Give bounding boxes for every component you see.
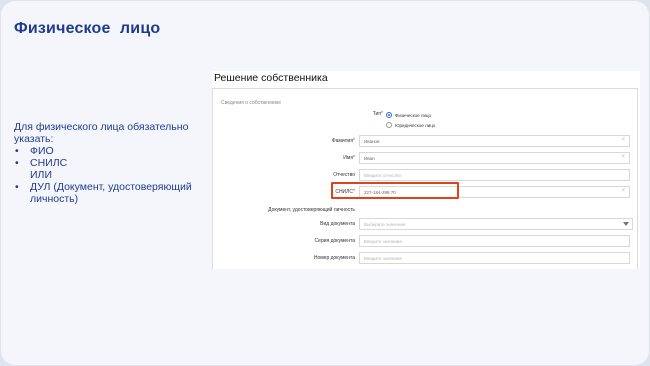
name-value: Иван [364,156,375,161]
doc-type-placeholder: Выберите значение [364,222,406,227]
doc-section-label: Документ, удостоверяющий личность [268,207,355,213]
surname-label: Фамилия* [331,138,355,144]
patronymic-label: Отчество [333,172,355,178]
requirement-or: ИЛИ [30,169,52,181]
doc-type-select[interactable]: Выберите значение [359,218,633,230]
doc-number-label: Номер документа [313,255,355,261]
name-field[interactable]: Иван × [359,152,630,164]
requirement-item-snils: СНИЛС [14,157,209,169]
radio-unchecked-icon [386,122,392,128]
doc-type-label: Вид документа [320,221,355,227]
patronymic-placeholder: Введите отчество [364,173,402,178]
requirement-item-dul: ДУЛ (Документ, удостоверяющий личность) [14,181,209,205]
slide-title: Физическое лицо [14,20,161,37]
owner-panel: Сведения о собственнике Тип* Физическое … [212,88,638,269]
patronymic-field[interactable]: Введите отчество [359,169,630,181]
form-title: Решение собственника [214,72,328,84]
doc-series-placeholder: Введите значение [364,239,402,244]
name-label: Имя* [343,155,355,161]
clear-icon[interactable]: × [621,137,625,143]
radio-checked-icon [386,112,392,118]
type-label: Тип* [372,111,383,117]
radio-individual[interactable]: Физическое лицо [386,112,431,118]
snils-highlight [331,182,459,199]
form-screenshot: Решение собственника Сведения о собствен… [212,71,640,269]
requirements-intro: Для физического лица обязательно указать… [14,121,189,145]
owner-section-label: Сведения о собственнике [221,100,282,106]
radio-legal[interactable]: Юридическое лицо [386,122,435,128]
radio-legal-label: Юридическое лицо [395,122,436,128]
slide: Физическое лицо Для физического лица обя… [1,1,649,365]
surname-value: Иванов [364,139,380,144]
requirement-item-fio: ФИО [14,145,209,157]
doc-series-label: Серия документа [314,238,355,244]
radio-individual-label: Физическое лицо [395,112,432,118]
chevron-down-icon[interactable] [623,222,629,226]
doc-number-placeholder: Введите значение [364,256,402,261]
requirements-text: Для физического лица обязательно указать… [14,121,209,205]
doc-number-field[interactable]: Введите значение [359,252,630,264]
clear-icon[interactable]: × [621,154,625,160]
surname-field[interactable]: Иванов × [359,135,630,147]
requirements-list: ФИО СНИЛС ИЛИ ДУЛ (Документ, удостоверяю… [14,145,209,205]
doc-series-field[interactable]: Введите значение [359,235,630,247]
clear-icon[interactable]: × [621,188,625,194]
